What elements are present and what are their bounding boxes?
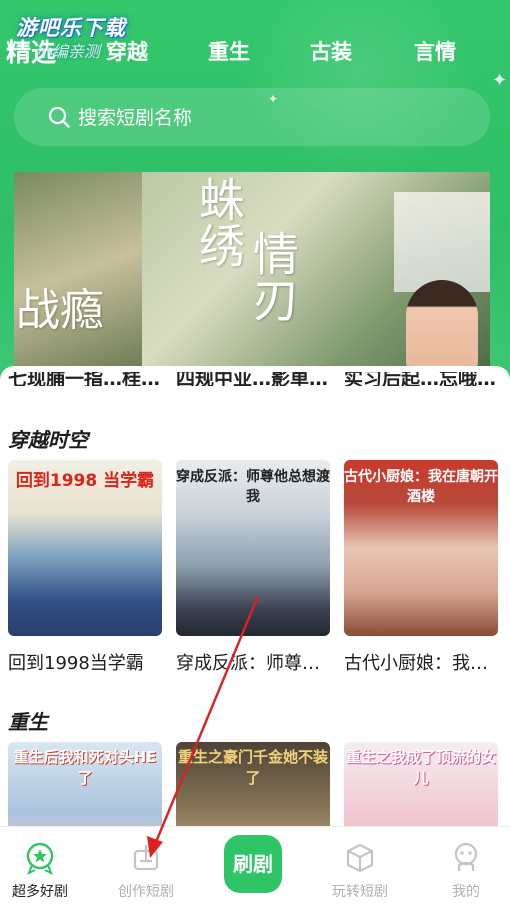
banner-item-title: 四规中业…影单… (176, 372, 329, 386)
nav-item-dramas[interactable]: 超多好剧 (0, 841, 80, 901)
nav-item-create[interactable]: 创作短剧 (106, 841, 186, 901)
nav-label: 超多好剧 (12, 884, 68, 900)
drama-poster: 回到1998 当学霸 (8, 460, 162, 636)
banner-item-title: 七现脯一指…桂… (8, 372, 161, 386)
drama-card[interactable]: 重生之豪门千金她不装了 (176, 742, 330, 826)
banner-side-poster (14, 172, 144, 372)
nav-item-explore[interactable]: 玩转短剧 (320, 841, 400, 901)
search-placeholder: 搜索短剧名称 (78, 107, 193, 129)
drama-poster: 穿成反派：师尊他总想渡我 (176, 460, 330, 636)
profile-icon (454, 842, 478, 871)
drama-title: 回到1998当学霸 (8, 653, 144, 674)
header: ✦ ✦ 精选 穿越 重生 古装 言情 游吧乐下载 小编亲测 搜索短剧名称 战瘾 … (0, 0, 510, 380)
banner-title-2: 情刃 (246, 230, 300, 322)
tab-costume[interactable]: 古装 (310, 36, 352, 66)
watermark-subtitle: 小编亲测 (36, 42, 101, 61)
poster-caption: 回到1998 当学霸 (15, 471, 155, 491)
binge-watch-button[interactable]: 刷剧 (224, 835, 282, 893)
drama-poster: 古代小厨娘：我在唐朝开酒楼 (344, 460, 498, 636)
featured-banner[interactable]: 战瘾 蛛绣 情刃 (14, 172, 490, 372)
drama-poster: 重生后我和死对头HE了 (8, 742, 162, 826)
section-title-time-travel[interactable]: 穿越时空 (8, 424, 88, 453)
nav-label: 创作短剧 (118, 884, 174, 900)
drama-card[interactable]: 古代小厨娘：我在唐朝开酒楼 古代小厨娘：我… (344, 460, 498, 675)
drama-card[interactable]: 穿成反派：师尊他总想渡我 穿成反派：师尊… (176, 460, 330, 675)
poster-caption: 重生之我成了顶流的女儿 (345, 748, 496, 787)
cube-icon (346, 843, 374, 873)
tab-romance[interactable]: 言情 (414, 36, 456, 66)
content-sheet: 七现脯一指…桂… 四规中业…影单… 实习后起…忘哦… 穿越时空 回到1998 当… (0, 366, 510, 826)
drama-card[interactable]: 重生之我成了顶流的女儿 (344, 742, 498, 826)
drama-card[interactable]: 回到1998 当学霸 回到1998当学霸 (8, 460, 162, 675)
nav-label: 玩转短剧 (332, 884, 388, 900)
star-badge-icon (26, 842, 54, 875)
drama-title: 古代小厨娘：我… (344, 653, 488, 674)
section-title-rebirth[interactable]: 重生 (8, 706, 48, 735)
bottom-navigation: 超多好剧 创作短剧 刷剧 玩转短剧 我的 (0, 826, 510, 907)
banner-figure (406, 280, 478, 372)
drama-card[interactable]: 重生后我和死对头HE了 (8, 742, 162, 826)
nav-item-profile[interactable]: 我的 (426, 841, 506, 901)
poster-caption: 古代小厨娘：我在唐朝开酒楼 (344, 469, 498, 505)
poster-caption: 穿成反派：师尊他总想渡我 (176, 469, 330, 505)
banner-side-title: 战瘾 (16, 285, 104, 336)
search-icon (48, 106, 70, 128)
banner-titles-row: 七现脯一指…桂… 四规中业…影单… 实习后起…忘哦… (0, 372, 510, 386)
drama-poster: 重生之豪门千金她不装了 (176, 742, 330, 826)
banner-item-title: 实习后起…忘哦… (344, 372, 497, 386)
nav-label: 我的 (452, 884, 480, 900)
banner-pagination (234, 358, 274, 372)
poster-caption: 重生后我和死对头HE了 (13, 748, 157, 787)
drama-poster: 重生之我成了顶流的女儿 (344, 742, 498, 826)
banner-figure-suit (394, 192, 490, 292)
search-bar[interactable]: 搜索短剧名称 (14, 88, 490, 146)
poster-caption: 重生之豪门千金她不装了 (177, 748, 328, 787)
tab-rebirth[interactable]: 重生 (208, 36, 250, 66)
drama-title: 穿成反派：师尊… (176, 653, 320, 674)
create-icon (133, 845, 159, 871)
